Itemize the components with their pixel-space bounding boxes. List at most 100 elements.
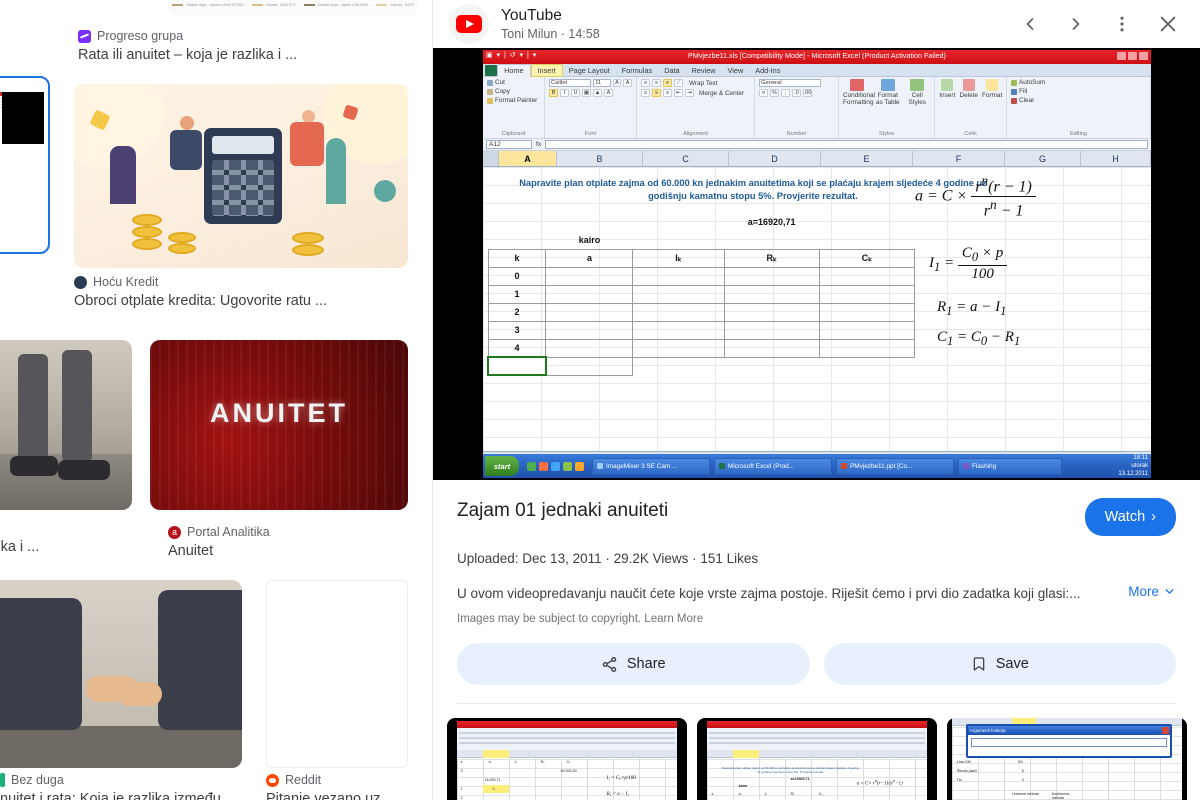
column-header-c[interactable]: C [643,151,729,166]
cell[interactable] [545,356,634,376]
watch-button[interactable]: Watch › [1084,498,1176,536]
cell[interactable] [723,284,820,304]
related-thumbnail-1[interactable]: k a Iₖ Rₖ Cₖ 0 60.000,00 16.920,71 1 0 2… [447,718,687,800]
decrease-font-button[interactable]: A [623,79,632,87]
ribbon-group-editing[interactable]: AutoSum Fill Clear Editing [1007,77,1151,138]
cell-styles-button[interactable]: Cell Styles [905,79,931,106]
header-a[interactable]: a [545,248,634,268]
copy-button[interactable]: Copy [487,88,540,95]
taskbar-item-imagemixer[interactable]: ImageMixer 3 SE Cam ... [592,457,710,475]
orientation-button[interactable]: ⟋ [674,79,683,87]
quick-launch-icon[interactable] [563,461,572,471]
related-thumbnail-2[interactable]: Napravite plan otplate zajma od 60.000 k… [697,718,937,800]
cell[interactable] [633,357,724,375]
align-top-row[interactable]: ≡ ≡ ≡ ⟋ Wrap Text [641,79,750,87]
kairo-label-cell[interactable]: kairo [546,231,633,249]
row-index[interactable]: 0 [487,266,547,286]
row-index[interactable]: 1 [487,284,547,304]
row-index[interactable]: 3 [487,320,547,340]
ribbon-group-alignment[interactable]: ≡ ≡ ≡ ⟋ Wrap Text ≡ ≡ ≡ ⇤ ⇥ Merge & Cent… [637,77,755,138]
ribbon-tab-data[interactable]: Data [658,65,685,76]
select-all-corner[interactable] [483,151,499,166]
learn-more-link[interactable]: Learn More [644,613,703,625]
result-thumbnail-photo-handshake[interactable] [0,580,242,768]
font-color-button[interactable]: A [604,89,613,97]
cell[interactable] [545,266,634,286]
cell[interactable] [818,320,916,340]
excel-grid[interactable]: A B C D E F G H Napravite plan otplate z… [483,151,1151,451]
format-as-table-button[interactable]: Format as Table [875,79,901,106]
conditional-formatting-button[interactable]: Conditional Formatting [843,79,875,106]
increase-indent-button[interactable]: ⇥ [685,89,694,97]
result-title[interactable]: Anuitet [168,541,418,561]
cell[interactable] [545,284,634,304]
format-painter-button[interactable]: Format Painter [487,97,540,104]
insert-cells-button[interactable]: Insert [939,79,956,99]
result-title[interactable]: razlika i ... [0,537,134,557]
header-ik[interactable]: Iₖ [632,248,725,268]
align-right-button[interactable]: ≡ [663,89,672,97]
start-button[interactable]: start [485,456,519,476]
function-arguments-dialog[interactable]: Argumenti funkcije [965,724,1173,758]
result-thumbnail-selected[interactable] [0,76,50,254]
quick-launch-icon[interactable] [527,461,536,471]
header-ck[interactable]: Cₖ [818,248,916,268]
underline-button[interactable]: U [571,89,580,97]
wrap-text-button[interactable]: Wrap Text [689,80,718,87]
cell[interactable] [632,284,725,304]
ribbon-tab-addins[interactable]: Add-Ins [749,65,786,76]
cell[interactable] [819,357,914,375]
comma-button[interactable]: , [781,89,790,97]
row-index[interactable]: 2 [487,302,547,322]
more-button[interactable]: More [1128,584,1176,599]
number-buttons-row[interactable]: ¤ % , .0 .00 [759,89,834,97]
amortization-table[interactable]: a=16920,71 kairo k a Iₖ Rₖ Cₖ 0 1 2 3 4 [487,213,916,376]
cell[interactable] [723,266,820,286]
dialog-input[interactable] [970,738,1168,747]
align-bottom-row[interactable]: ≡ ≡ ≡ ⇤ ⇥ Merge & Center [641,89,750,97]
align-center-button[interactable]: ≡ [652,89,661,97]
system-tray[interactable]: 18:11 utorak 13.12.2011 [1118,454,1151,478]
align-left-button[interactable]: ≡ [641,89,650,97]
excel-ribbon[interactable]: Cut Copy Format Painter Clipboard Calibr… [483,77,1151,139]
increase-decimal-button[interactable]: .0 [792,89,801,97]
ribbon-group-styles[interactable]: Conditional Formatting Format as Table C… [839,77,935,138]
quick-launch-icon[interactable] [575,461,584,471]
row-index[interactable]: 4 [487,338,547,358]
save-button[interactable]: Save [823,643,1176,685]
excel-ribbon-tabs[interactable]: Home Insert Page Layout Formulas Data Re… [483,63,1151,77]
borders-button[interactable]: ▦ [582,89,591,97]
column-header-e[interactable]: E [821,151,913,166]
ribbon-tab-insert[interactable]: Insert [530,63,563,77]
ribbon-tab-formulas[interactable]: Formulas [616,65,658,76]
result-item-reddit[interactable]: Reddit Pitanje vezano uz [266,772,432,800]
cell[interactable] [818,266,916,286]
cut-button[interactable]: Cut [487,79,540,86]
align-middle-button[interactable]: ≡ [652,79,661,87]
name-box[interactable]: A12 [486,140,532,149]
ribbon-group-number[interactable]: General ¤ % , .0 .00 Number [755,77,839,138]
chart-thumbnail-legend-strip[interactable]: Ostatak duga - otplata u ANUITETIMA Kama… [168,0,418,16]
cell[interactable] [632,338,725,358]
cell[interactable] [545,320,634,340]
close-button[interactable] [1148,4,1188,44]
file-tab[interactable] [485,64,498,76]
annuity-value-cell[interactable]: a=16920,71 [724,213,819,231]
result-item-progreso[interactable]: Progreso grupa Rata ili anuitet – koja j… [78,28,418,65]
ribbon-tab-home[interactable]: Home [497,63,531,77]
header-k[interactable]: k [487,248,547,268]
result-thumbnail-anuitet-banner[interactable]: ANUITET [150,340,408,510]
italic-button[interactable]: I [560,89,569,97]
taskbar-item-powerpoint[interactable]: PMvjezbe11.ppt [Co... [836,457,954,475]
result-thumbnail-illustration[interactable] [74,84,408,268]
related-thumbnail-3[interactable]: Argumenti funkcije Ltna OM 5% Število pl… [947,718,1187,800]
quick-access-toolbar[interactable]: ▣ ▾ | ↺ ▾ | ▾ [486,51,537,59]
cell[interactable] [723,320,820,340]
fill-button[interactable]: Fill [1011,88,1146,95]
cell[interactable] [545,338,634,358]
result-title[interactable]: Obroci otplate kredita: Ugovorite ratu .… [74,291,422,311]
cell[interactable] [632,320,725,340]
ribbon-group-font[interactable]: Calibri 11 A A B I U ▦ ▲ A Font [545,77,637,138]
number-format-box[interactable]: General [759,79,821,87]
column-header-b[interactable]: B [557,151,643,166]
